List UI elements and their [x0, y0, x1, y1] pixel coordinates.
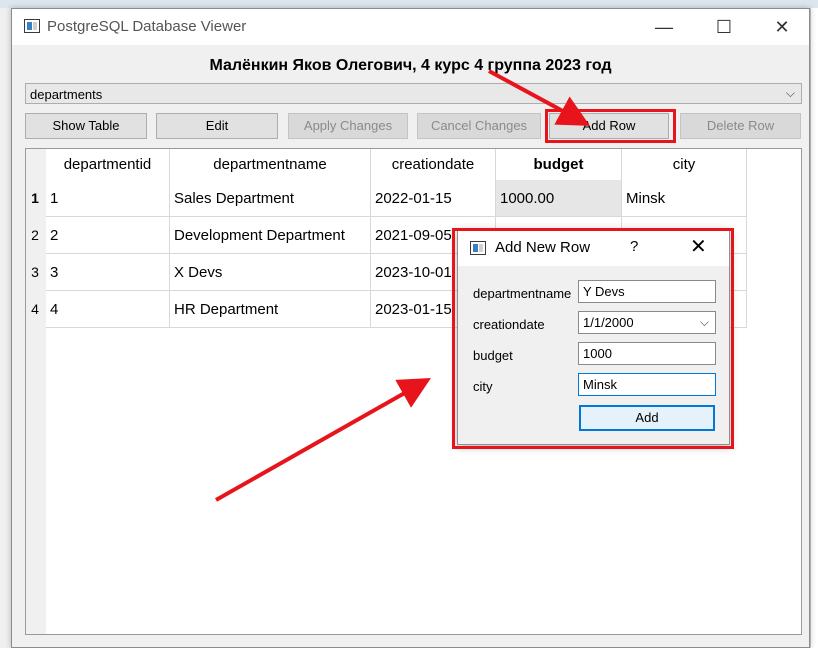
creationdate-label: creationdate [473, 317, 545, 332]
window-title: PostgreSQL Database Viewer [47, 18, 247, 35]
column-header-creationdate[interactable]: creationdate [371, 149, 496, 180]
budget-label: budget [473, 348, 513, 363]
help-icon[interactable]: ? [630, 238, 638, 255]
table-cell[interactable]: 2 [46, 217, 170, 254]
app-icon [24, 19, 40, 33]
table-cell[interactable]: 3 [46, 254, 170, 291]
table-cell[interactable]: Development Department [170, 217, 371, 254]
table-select-dropdown[interactable]: departments ⌵ [25, 83, 802, 104]
budget-input[interactable]: 1000 [578, 342, 716, 365]
creationdate-value: 1/1/2000 [583, 315, 634, 330]
departmentname-label: departmentname [473, 286, 572, 301]
dialog-close-button[interactable]: ✕ [690, 234, 707, 259]
row-number[interactable]: 2 [26, 217, 44, 254]
dialog-app-icon [470, 241, 486, 255]
column-header-departmentname[interactable]: departmentname [170, 149, 371, 180]
table-cell[interactable]: 1 [46, 180, 170, 217]
cancel-changes-button[interactable]: Cancel Changes [417, 113, 541, 139]
background-window-edge [810, 8, 818, 648]
column-header-budget[interactable]: budget [496, 149, 622, 180]
show-table-button[interactable]: Show Table [25, 113, 147, 139]
row-number[interactable]: 3 [26, 254, 44, 291]
row-number[interactable]: 4 [26, 291, 44, 328]
minimize-button[interactable]: — [642, 9, 686, 45]
title-bar[interactable]: PostgreSQL Database Viewer — ☐ ✕ [12, 9, 809, 45]
dialog-title: Add New Row [495, 239, 591, 256]
page-title: Малёнкин Яков Олегович, 4 курс 4 группа … [209, 57, 612, 74]
dialog-title-bar[interactable]: Add New Row ? ✕ [458, 230, 729, 266]
delete-row-button[interactable]: Delete Row [680, 113, 801, 139]
table-cell[interactable]: HR Department [170, 291, 371, 328]
maximize-button[interactable]: ☐ [702, 9, 746, 45]
add-new-row-dialog: Add New Row ? ✕ departmentname Y Devs cr… [457, 229, 730, 445]
row-number[interactable]: 1 [26, 180, 44, 217]
table-cell[interactable]: 2022-01-15 [371, 180, 496, 217]
departmentname-input[interactable]: Y Devs [578, 280, 716, 303]
edit-button[interactable]: Edit [156, 113, 278, 139]
chevron-down-icon: ⌵ [699, 315, 709, 329]
table-cell[interactable]: 4 [46, 291, 170, 328]
desktop-background [0, 0, 818, 8]
table-cell-selected[interactable]: 1000.00 [496, 180, 622, 217]
column-header-city[interactable]: city [622, 149, 747, 180]
creationdate-picker[interactable]: 1/1/2000 ⌵ [578, 311, 716, 334]
table-cell[interactable]: X Devs [170, 254, 371, 291]
column-header-departmentid[interactable]: departmentid [46, 149, 170, 180]
apply-changes-button[interactable]: Apply Changes [288, 113, 408, 139]
table-cell[interactable]: Minsk [622, 180, 747, 217]
city-input[interactable]: Minsk [578, 373, 716, 396]
add-row-button[interactable]: Add Row [549, 113, 669, 139]
table-select-value: departments [30, 87, 103, 102]
table-cell[interactable]: Sales Department [170, 180, 371, 217]
chevron-down-icon: ⌵ [785, 86, 795, 100]
row-header: 1 2 3 4 [26, 149, 46, 634]
close-button[interactable]: ✕ [760, 9, 804, 45]
city-label: city [473, 379, 493, 394]
add-button[interactable]: Add [579, 405, 715, 431]
